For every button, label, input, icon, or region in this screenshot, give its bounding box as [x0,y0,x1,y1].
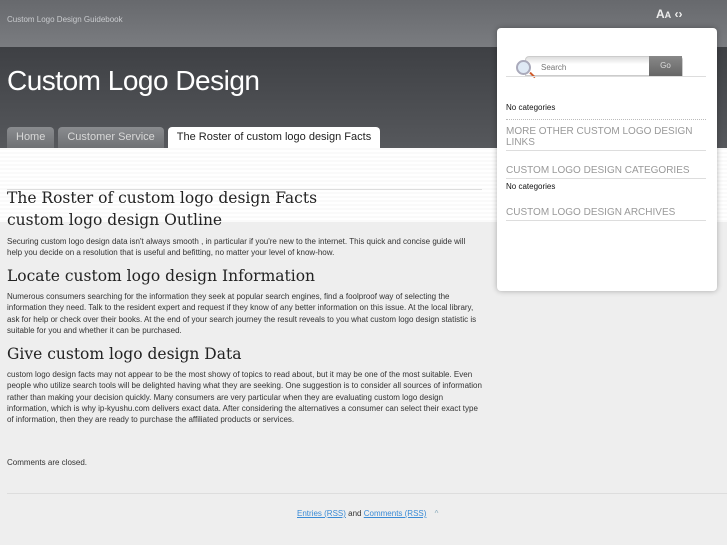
tab-customer-service[interactable]: Customer Service [58,127,164,148]
divider [506,119,706,120]
layout-toggle-icon[interactable]: ‹› [675,7,683,21]
tab-home[interactable]: Home [7,127,55,148]
widget-title-categories: CUSTOM LOGO DESIGN CATEGORIES [506,165,706,179]
section-body: Securing custom logo design data isn't a… [7,237,466,258]
back-to-top-icon[interactable]: ^ [435,509,439,518]
footer-divider [7,493,727,494]
font-decrease-icon[interactable]: A [665,10,672,20]
comments-closed: Comments are closed. [7,458,88,467]
section-heading: Locate custom logo design Information [7,267,316,285]
nav-tabs: Home Customer Service The Roster of cust… [7,127,381,148]
site-title[interactable]: Custom Logo Design [7,65,260,97]
section-heading: custom logo design Outline [7,211,223,229]
magnifier-icon [516,60,531,75]
page-title: The Roster of custom logo design Facts [7,189,318,207]
tab-roster[interactable]: The Roster of custom logo design Facts [167,127,381,148]
search-input[interactable] [526,58,654,77]
section-body: custom logo design facts may not appear … [7,370,482,425]
entries-rss-link[interactable]: Entries (RSS) [297,509,346,518]
search-go-button[interactable]: Go [649,56,682,76]
comments-rss-link[interactable]: Comments (RSS) [364,509,427,518]
section-heading: Give custom logo design Data [7,345,242,363]
widget-title-archives: CUSTOM LOGO DESIGN ARCHIVES [506,207,706,221]
section-body: Numerous consumers searching for the inf… [7,292,477,335]
search-box: Go [525,56,683,77]
sidebar: Go No categories MORE OTHER CUSTOM LOGO … [497,28,717,291]
font-size-controls[interactable]: AA ‹› [656,7,683,21]
footer-and: and [348,509,362,518]
footer: Entries (RSS) and Comments (RSS) ^ [297,509,438,518]
no-categories-text: No categories [506,182,556,191]
no-categories-text: No categories [506,103,556,112]
site-tagline: Custom Logo Design Guidebook [7,15,123,24]
divider [506,76,706,77]
font-increase-icon[interactable]: A [656,7,665,21]
widget-title-links: MORE OTHER CUSTOM LOGO DESIGN LINKS [506,126,706,151]
